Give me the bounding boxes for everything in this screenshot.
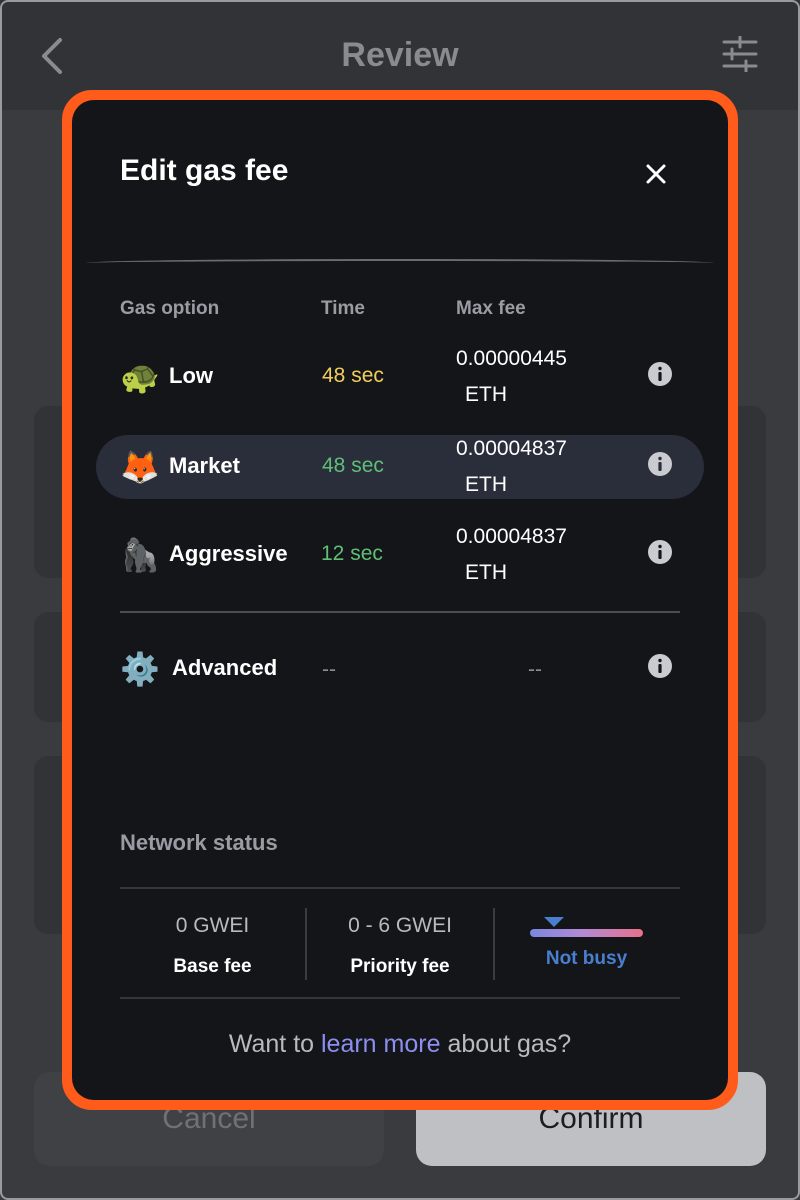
gear-icon: ⚙️ [120, 651, 160, 687]
base-fee-label: Base fee [173, 956, 252, 977]
option-name: Aggressive [169, 541, 288, 566]
option-name: Advanced [172, 655, 278, 680]
gas-option-low[interactable]: 🐢 Low 48 sec 0.00000445 ETH [96, 345, 704, 409]
gas-option-advanced[interactable]: ⚙️ Advanced [96, 637, 704, 701]
close-icon [646, 164, 666, 184]
option-name: Market [169, 453, 240, 478]
gas-option-aggressive[interactable]: 🦍 Aggressive 12 sec 0.00004837 ETH [96, 523, 704, 587]
advanced-fee: -- [528, 658, 542, 681]
fee-value: 0.00000445 [456, 347, 567, 370]
option-time: 12 sec [321, 542, 383, 565]
page-title: Review [341, 36, 459, 74]
network-busy-status: Not busy [545, 948, 628, 969]
info-icon[interactable] [648, 540, 672, 564]
turtle-icon: 🐢 [120, 359, 160, 395]
busy-level-marker-icon [544, 917, 564, 927]
network-status-title: Network status [120, 830, 278, 855]
option-time: 48 sec [322, 364, 384, 387]
network-bottom-divider [120, 997, 680, 999]
info-icon[interactable] [648, 452, 672, 476]
priority-fee-label: Priority fee [350, 956, 450, 977]
network-busy-meter [530, 929, 643, 937]
options-divider [120, 611, 680, 613]
advanced-time: -- [322, 658, 336, 681]
fee-value: 0.00004837 [456, 437, 567, 460]
option-name: Low [169, 363, 213, 388]
header-divider [86, 259, 714, 263]
fee-unit: ETH [465, 561, 507, 584]
fee-value: 0.00004837 [456, 525, 567, 548]
base-fee-value: 0 GWEI [175, 914, 250, 937]
close-button[interactable] [640, 158, 672, 190]
column-header-option: Gas option [120, 298, 220, 319]
sliders-icon[interactable] [720, 36, 760, 72]
edit-gas-fee-modal: Edit gas fee Gas option Time Max fee 🐢 L… [72, 100, 728, 1100]
column-header-max-fee: Max fee [456, 298, 526, 319]
fee-unit: ETH [465, 383, 507, 406]
stat-separator [493, 908, 495, 980]
option-max-fee: 0.00004837 ETH [456, 431, 626, 503]
learn-more-prefix: Want to [228, 1030, 321, 1058]
fox-icon: 🦊 [120, 449, 160, 485]
info-icon[interactable] [648, 362, 672, 386]
option-max-fee: 0.00004837 ETH [456, 519, 626, 591]
learn-more-link[interactable]: learn more [321, 1030, 441, 1058]
option-time: 48 sec [322, 454, 384, 477]
gas-option-market[interactable]: 🦊 Market 48 sec 0.00004837 ETH [96, 435, 704, 499]
column-header-time: Time [321, 298, 366, 319]
fee-unit: ETH [465, 473, 507, 496]
network-top-divider [120, 887, 680, 889]
priority-fee-value: 0 - 6 GWEI [348, 914, 452, 937]
option-max-fee: 0.00000445 ETH [456, 341, 626, 413]
learn-more-suffix: about gas? [440, 1030, 572, 1058]
gorilla-icon: 🦍 [120, 537, 160, 573]
modal-title: Edit gas fee [120, 154, 289, 187]
info-icon[interactable] [648, 654, 672, 678]
learn-more-text: Want to learn more about gas? [72, 1030, 728, 1059]
